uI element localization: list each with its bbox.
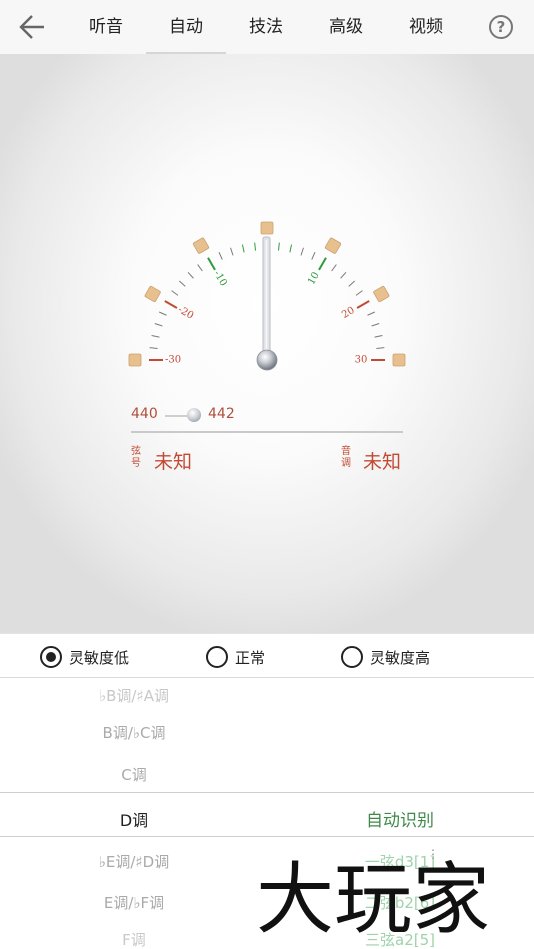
more-dots-icon: ⋮ — [427, 847, 439, 861]
key-option[interactable]: E调/♭F调 — [0, 892, 268, 913]
key-option[interactable]: ♭B调/♯A调 — [0, 685, 268, 706]
tab-video[interactable]: 视频 — [386, 0, 466, 54]
tab-listen[interactable]: 听音 — [66, 0, 146, 54]
string-option[interactable]: 二弦b2[6] — [330, 892, 470, 913]
gauge-scale-label: -30 — [165, 355, 181, 366]
gauge-tick — [311, 251, 316, 260]
reference-low-value: 440 — [131, 406, 158, 422]
radio-label: 灵敏度高 — [370, 648, 431, 667]
gauge-tick — [158, 311, 167, 316]
help-icon[interactable]: ? — [489, 15, 513, 39]
gauge-tick — [355, 290, 363, 296]
reference-high-value: 442 — [208, 406, 235, 422]
gauge-tick — [300, 247, 304, 256]
reference-frequency-slider[interactable]: 440 442 — [131, 406, 403, 426]
gauge-tick — [371, 323, 380, 327]
needle-pivot — [256, 349, 278, 371]
key-string-picker[interactable]: ♭B调/♯A调 B调/♭C调 C调 D调 ♭E调/♯D调 E调/♭F调 F调 自… — [0, 679, 534, 949]
tab-advanced[interactable]: 高级 — [306, 0, 386, 54]
radio-unchecked-icon — [341, 646, 363, 668]
gauge-scale-label: -20 — [176, 304, 195, 322]
radio-label: 灵敏度低 — [69, 648, 130, 667]
gauge-scale-label: -10 — [211, 269, 229, 288]
pitch-label: 音调 — [341, 446, 351, 469]
radio-sensitivity-low[interactable]: 灵敏度低 — [40, 645, 129, 669]
gauge-tick — [178, 280, 186, 287]
gauge-marker — [128, 353, 142, 367]
gauge-tick — [154, 323, 163, 327]
gauge-tick — [340, 271, 347, 279]
gauge-tick — [149, 347, 158, 349]
tab-auto[interactable]: 自动 — [146, 0, 226, 54]
tab-technique[interactable]: 技法 — [226, 0, 306, 54]
gauge-marker — [392, 353, 406, 367]
string-option[interactable]: 三弦a2[5] — [330, 929, 470, 949]
string-number-label: 弦号 — [131, 446, 141, 469]
key-option[interactable]: F调 — [0, 929, 268, 949]
gauge-tick — [374, 334, 383, 338]
slider-knob[interactable] — [187, 408, 201, 422]
picker-selection-bottom-line — [0, 836, 534, 837]
tuner-gauge: -30 -20 -10 10 20 30 — [128, 221, 406, 371]
arrow-left-icon — [19, 15, 44, 39]
gauge-tick — [187, 271, 194, 279]
back-button[interactable] — [14, 10, 50, 44]
key-option[interactable]: ♭E调/♯D调 — [0, 851, 268, 872]
radio-label: 正常 — [235, 648, 266, 667]
pitch-value: 未知 — [363, 451, 402, 473]
picker-selection-top-line — [0, 792, 534, 793]
top-nav-bar: 听音 自动 技法 高级 视频 ? — [0, 0, 534, 54]
gauge-tick — [289, 244, 293, 253]
gauge-marker — [144, 285, 161, 303]
gauge-marker — [373, 285, 390, 303]
gauge-scale-label: 10 — [306, 270, 322, 287]
gauge-marker — [260, 221, 274, 235]
sensitivity-radio-group: 灵敏度低 正常 灵敏度高 — [0, 633, 534, 678]
gauge-tick — [376, 347, 385, 349]
string-option[interactable]: 一弦d3[1] — [330, 851, 470, 872]
gauge-tick — [197, 264, 203, 272]
gauge-marker — [192, 237, 210, 254]
gauge-tick — [331, 264, 337, 272]
gauge-tick — [164, 300, 178, 309]
divider — [131, 431, 403, 433]
gauge-tick — [241, 244, 245, 253]
key-option[interactable]: B调/♭C调 — [0, 722, 268, 743]
radio-unchecked-icon — [206, 646, 228, 668]
gauge-tick — [218, 251, 223, 260]
gauge-tick — [207, 257, 216, 271]
gauge-scale-label: 30 — [355, 355, 368, 366]
key-option[interactable]: C调 — [0, 764, 268, 785]
gauge-tick — [230, 247, 234, 256]
gauge-tick — [151, 334, 160, 338]
gauge-tick — [348, 280, 356, 287]
radio-sensitivity-normal[interactable]: 正常 — [206, 645, 265, 669]
gauge-tick — [367, 311, 376, 316]
radio-sensitivity-high[interactable]: 灵敏度高 — [341, 645, 430, 669]
tab-bar: 听音 自动 技法 高级 视频 — [66, 0, 466, 54]
string-number-value: 未知 — [154, 451, 193, 473]
key-option-selected[interactable]: D调 — [0, 807, 268, 831]
gauge-tick — [254, 242, 256, 251]
gauge-scale-label: 20 — [340, 305, 357, 321]
gauge-tick — [171, 290, 179, 296]
string-option-selected[interactable]: 自动识别 — [330, 806, 470, 831]
gauge-tick — [356, 300, 370, 309]
radio-checked-icon — [40, 646, 62, 668]
gauge-marker — [324, 237, 342, 254]
gauge-tick — [278, 242, 280, 251]
tuner-panel: -30 -20 -10 10 20 30 440 442 弦号 未知 音调 未知 — [0, 54, 534, 633]
tuner-needle — [262, 236, 271, 353]
gauge-tick — [318, 257, 327, 271]
